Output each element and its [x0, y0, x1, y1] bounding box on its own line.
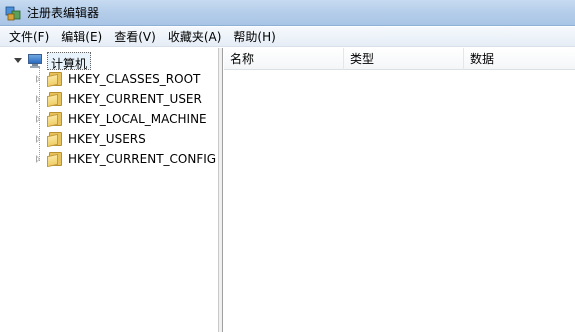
title-bar: 注册表编辑器: [0, 0, 575, 26]
tree-label-hklm[interactable]: HKEY_LOCAL_MACHINE: [68, 109, 207, 129]
folder-icon: [47, 92, 64, 108]
menu-view[interactable]: 查看(V): [108, 27, 162, 47]
registry-editor-icon: [5, 5, 21, 21]
folder-icon: [47, 152, 64, 168]
column-header-name[interactable]: 名称: [224, 48, 344, 70]
menu-bar: 文件(F) 编辑(E) 查看(V) 收藏夹(A) 帮助(H): [0, 27, 575, 47]
expand-arrow-icon[interactable]: [33, 94, 43, 104]
expand-arrow-icon[interactable]: [33, 134, 43, 144]
menu-favorites[interactable]: 收藏夹(A): [162, 27, 228, 47]
tree-label-hkcu[interactable]: HKEY_CURRENT_USER: [68, 89, 202, 109]
tree-label-hkcr[interactable]: HKEY_CLASSES_ROOT: [68, 69, 200, 89]
collapse-arrow-icon[interactable]: [13, 56, 23, 66]
pane-splitter[interactable]: [219, 48, 223, 332]
tree-node-hklm[interactable]: HKEY_LOCAL_MACHINE: [33, 109, 207, 129]
tree-node-hku[interactable]: HKEY_USERS: [33, 129, 146, 149]
tree-node-hkcr[interactable]: HKEY_CLASSES_ROOT: [33, 69, 200, 89]
tree-label-computer[interactable]: 计算机: [47, 52, 92, 71]
tree-node-hkcc[interactable]: HKEY_CURRENT_CONFIG: [33, 149, 216, 169]
menu-edit[interactable]: 编辑(E): [55, 27, 108, 47]
menu-file[interactable]: 文件(F): [0, 27, 55, 47]
folder-icon: [47, 112, 64, 128]
expand-arrow-icon[interactable]: [33, 74, 43, 84]
column-header-type[interactable]: 类型: [344, 48, 464, 70]
values-list[interactable]: 名称 类型 数据: [224, 48, 575, 332]
menu-help[interactable]: 帮助(H): [227, 27, 281, 47]
tree-label-hku[interactable]: HKEY_USERS: [68, 129, 146, 149]
list-header: 名称 类型 数据: [224, 48, 575, 70]
tree-pane[interactable]: 计算机 HKEY_CLASSES_ROOT HKEY_CURRENT_USER …: [0, 48, 219, 332]
folder-icon: [47, 72, 64, 88]
expand-arrow-icon[interactable]: [33, 154, 43, 164]
window-title: 注册表编辑器: [27, 6, 100, 20]
tree-node-hkcu[interactable]: HKEY_CURRENT_USER: [33, 89, 202, 109]
computer-icon: [27, 53, 43, 69]
column-header-data[interactable]: 数据: [464, 48, 575, 70]
folder-icon: [47, 132, 64, 148]
tree-label-hkcc[interactable]: HKEY_CURRENT_CONFIG: [68, 149, 216, 169]
tree-node-computer[interactable]: 计算机: [13, 51, 92, 71]
expand-arrow-icon[interactable]: [33, 114, 43, 124]
